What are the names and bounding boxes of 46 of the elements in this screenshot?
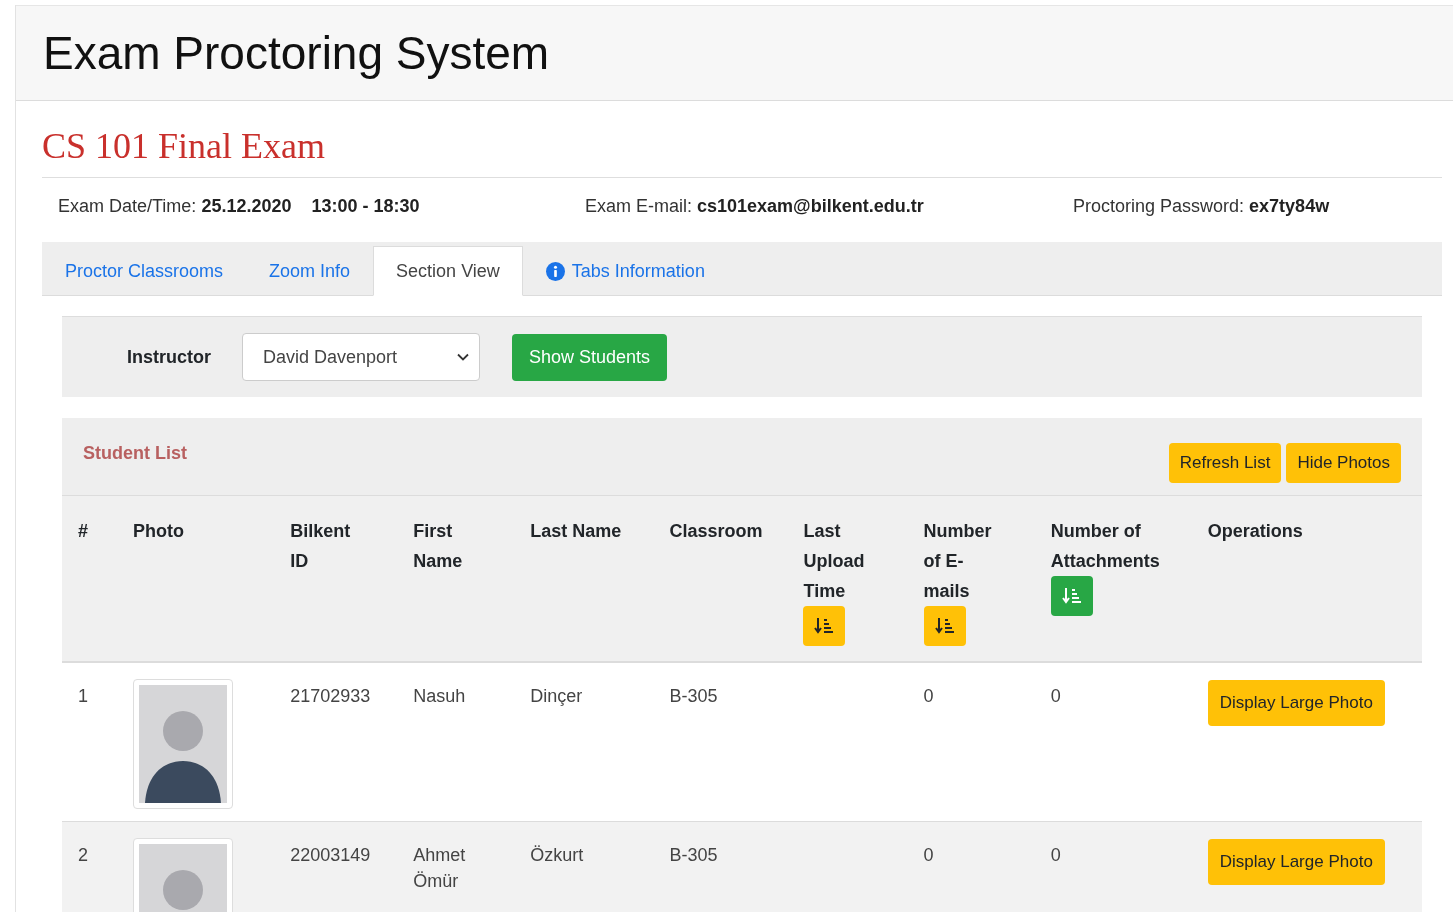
column-header: Number of Attachments: [1050, 520, 1161, 573]
table-cell: Nasuh: [397, 662, 515, 822]
app-title: Exam Proctoring System: [43, 26, 550, 80]
column-header: First Name: [413, 520, 464, 573]
table-cell: 0: [1034, 662, 1192, 822]
sort-icon: [934, 617, 955, 635]
exam-info-text: Exam Date/Time: 25.12.2020 13:00 - 18:30: [58, 196, 421, 218]
sort-icon: [814, 617, 835, 635]
list-action-button[interactable]: Hide Photos: [1286, 442, 1401, 483]
table-cell: 0: [907, 662, 1035, 822]
display-large-photo-button[interactable]: Display Large Photo: [1207, 680, 1385, 726]
column-header: Last Name: [530, 520, 623, 543]
table-cell: 21702933: [274, 662, 398, 822]
chevron-down-icon: [457, 353, 469, 361]
table-cell: Özkurt: [514, 821, 654, 912]
table-cell: Dinçer: [514, 662, 654, 822]
column-header: Operations: [1207, 520, 1304, 543]
instructor-dropdown[interactable]: David Davenport: [242, 333, 480, 381]
table-cell: B-305: [653, 821, 788, 912]
table-cell: B-305: [653, 662, 788, 822]
column-header: Classroom: [669, 520, 763, 543]
tab[interactable]: Zoom Info: [246, 246, 374, 296]
column-header: Last Upload Time: [803, 520, 865, 603]
row-number: 1: [62, 662, 118, 822]
instructor-label: Instructor: [126, 346, 211, 368]
table-cell: 22003149: [274, 821, 398, 912]
row-number: 2: [62, 821, 118, 912]
table-cell: 0: [907, 821, 1035, 912]
list-action-button[interactable]: Refresh List: [1168, 442, 1282, 483]
column-header: Photo: [133, 520, 186, 543]
exam-title: CS 101 Final Exam: [42, 125, 1442, 178]
sort-button[interactable]: [923, 606, 966, 646]
column-header: #: [78, 520, 89, 543]
column-header: Bilkent ID: [290, 520, 351, 573]
sort-icon: [1061, 587, 1082, 605]
display-large-photo-button[interactable]: Display Large Photo: [1207, 839, 1385, 885]
tab[interactable]: Section View: [373, 246, 523, 296]
student-list-title: Student List: [83, 443, 187, 464]
tab[interactable]: Proctor Classrooms: [42, 246, 247, 296]
table-cell: 0: [1034, 821, 1192, 912]
table-cell: Ahmet Ömür: [397, 821, 515, 912]
exam-info-text: Proctoring Password: ex7ty84w: [1073, 196, 1330, 218]
sort-button[interactable]: [803, 606, 846, 646]
column-header: Number of E-mails: [923, 520, 992, 603]
tab[interactable]: Tabs Information: [522, 246, 728, 296]
exam-info-text: Exam E-mail: cs101exam@bilkent.edu.tr: [585, 196, 925, 218]
